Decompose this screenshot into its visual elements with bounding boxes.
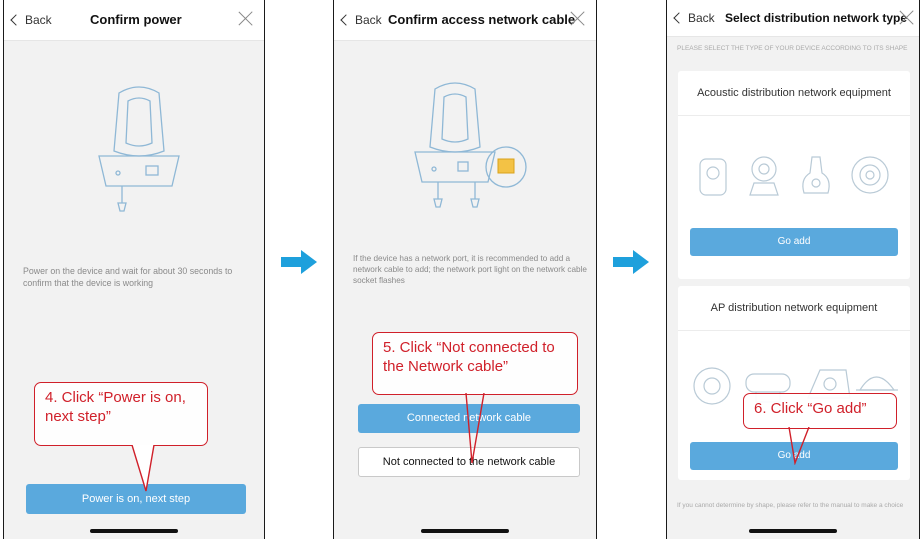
instruction-text: If the device has a network port, it is … — [353, 254, 587, 285]
callout-pointer-icon — [788, 427, 810, 465]
back-label: Back — [25, 13, 52, 27]
close-icon[interactable] — [570, 10, 586, 26]
step-6-callout: 6. Click “Go add” — [743, 393, 897, 429]
card-title: AP distribution network equipment — [710, 302, 878, 314]
close-icon[interactable] — [899, 9, 915, 25]
back-button[interactable]: Back — [10, 13, 52, 27]
home-indicator — [421, 529, 509, 533]
page-title: Confirm access network cable — [388, 12, 576, 27]
divider — [678, 330, 910, 331]
step-4-callout: 4. Click “Power is on, next step” — [34, 382, 208, 446]
back-button[interactable]: Back — [340, 13, 382, 27]
page-title: Confirm power — [90, 12, 182, 27]
nav-bar: Back Select distribution network type — [667, 0, 919, 37]
acoustic-device-icons — [699, 156, 889, 196]
divider — [678, 115, 910, 116]
callout-pointer-icon — [465, 393, 485, 464]
page-title: Select distribution network type — [725, 11, 908, 25]
back-chevron-icon — [340, 14, 352, 26]
screen-select-network-type: Back Select distribution network type Pl… — [666, 0, 920, 539]
card-title: Acoustic distribution network equipment — [697, 87, 891, 99]
back-label: Back — [355, 13, 382, 27]
back-label: Back — [688, 11, 715, 25]
camera-illustration-icon — [98, 86, 180, 212]
flow-arrow-icon — [613, 250, 649, 274]
callout-pointer-icon — [131, 445, 155, 492]
instruction-text: Power on the device and wait for about 3… — [23, 266, 233, 288]
acoustic-go-add-button[interactable]: Go add — [690, 228, 898, 256]
back-button[interactable]: Back — [673, 11, 715, 25]
selection-hint: Please select the type of your device ac… — [677, 45, 908, 52]
close-icon[interactable] — [238, 10, 254, 26]
home-indicator — [90, 529, 178, 533]
acoustic-network-card: Acoustic distribution network equipment … — [678, 71, 910, 279]
camera-network-illustration-icon — [414, 82, 527, 208]
screen-confirm-power: Back Confirm power Power on the device a… — [3, 0, 265, 539]
nav-bar: Back Confirm power — [4, 0, 264, 41]
flow-arrow-icon — [281, 250, 317, 274]
nav-bar: Back Confirm access network cable — [334, 0, 596, 41]
back-chevron-icon — [10, 14, 22, 26]
footer-hint: If you cannot determine by shape, please… — [677, 502, 904, 509]
screen-confirm-network-cable: Back Confirm access network cable If the… — [333, 0, 597, 539]
back-chevron-icon — [673, 12, 685, 24]
home-indicator — [749, 529, 837, 533]
step-5-callout: 5. Click “Not connected to the Network c… — [372, 332, 578, 395]
